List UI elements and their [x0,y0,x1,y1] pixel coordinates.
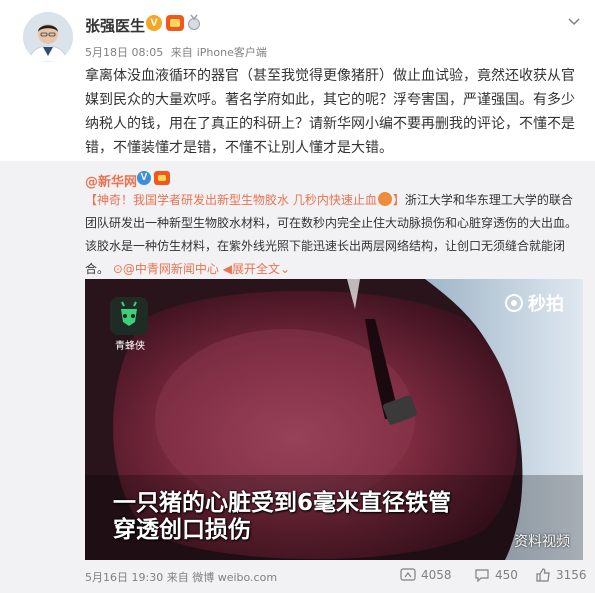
source-link-icon[interactable]: ⊙ [113,262,123,276]
repost-text: 【神奇！我国学者研发出新型生物胶水 几秒内快速止血 】浙江大学和华东理工大学的联合… [85,189,583,281]
repost-vip-icon[interactable] [154,171,170,185]
medal-icon[interactable] [187,14,201,31]
post-text: 拿离体没血液循环的器官（甚至我觉得更像猪肝）做止血试验，竟然还收获从官媒到民众的… [85,68,575,156]
repost-source-link[interactable]: @中青网新闻中心 [123,262,219,276]
app-logo-label: 青蜂侠 [115,341,145,352]
repost-icon [400,568,416,581]
repost-source-prefix: 来自 [166,571,189,584]
repost-author[interactable]: @新华网 [85,171,137,190]
chevron-down-icon[interactable] [567,14,581,28]
verified-badge-icon[interactable]: V [146,15,162,31]
repost-time[interactable]: 5月16日 19:30 [85,571,163,584]
comment-icon [475,569,489,582]
comment-action[interactable]: 450 [474,566,518,584]
author-avatar[interactable] [23,12,73,62]
repost-source[interactable]: 微博 weibo.com [192,571,277,584]
author-name[interactable]: 张强医生 [85,15,145,36]
video-caption-line-2: 穿透创口损伤 [113,517,251,543]
repost-footer-meta: 5月16日 19:30 来自 微博 weibo.com [85,569,277,585]
app-logo-icon [110,297,148,335]
fire-emoji-icon [377,192,392,206]
repost-count: 4058 [421,568,452,582]
repost-verified-icon[interactable]: V [137,171,151,185]
repost-action[interactable]: 4058 [400,566,452,584]
expand-arrow-icon[interactable]: ◀ [223,262,232,276]
weibo-post: 张强医生 V 5月18日 08:05 来自 iPhone客户端 拿离体没血液循环的… [0,0,595,593]
expand-full-text[interactable]: 展开全文 [232,262,280,276]
post-meta: 5月18日 08:05 来自 iPhone客户端 [85,44,271,60]
like-count: 3156 [556,568,587,582]
repost-title-end[interactable]: 】 [393,193,405,207]
video-watermark: 资料视频 [514,534,570,550]
thumbs-up-icon [536,568,550,582]
comment-count: 450 [495,568,518,582]
post-time[interactable]: 5月18日 08:05 [85,46,163,59]
post-source[interactable]: iPhone客户端 [197,46,267,59]
vip-badge-icon[interactable] [166,15,184,31]
post-source-prefix: 来自 [170,46,193,59]
miaopai-label: 秒拍 [528,294,564,315]
like-action[interactable]: 3156 [535,566,587,584]
repost-title-link[interactable]: 【神奇！我国学者研发出新型生物胶水 几秒内快速止血 [85,193,377,207]
expand-chevron-icon[interactable]: ⌄ [280,262,290,276]
miaopai-logo-icon [505,294,523,312]
